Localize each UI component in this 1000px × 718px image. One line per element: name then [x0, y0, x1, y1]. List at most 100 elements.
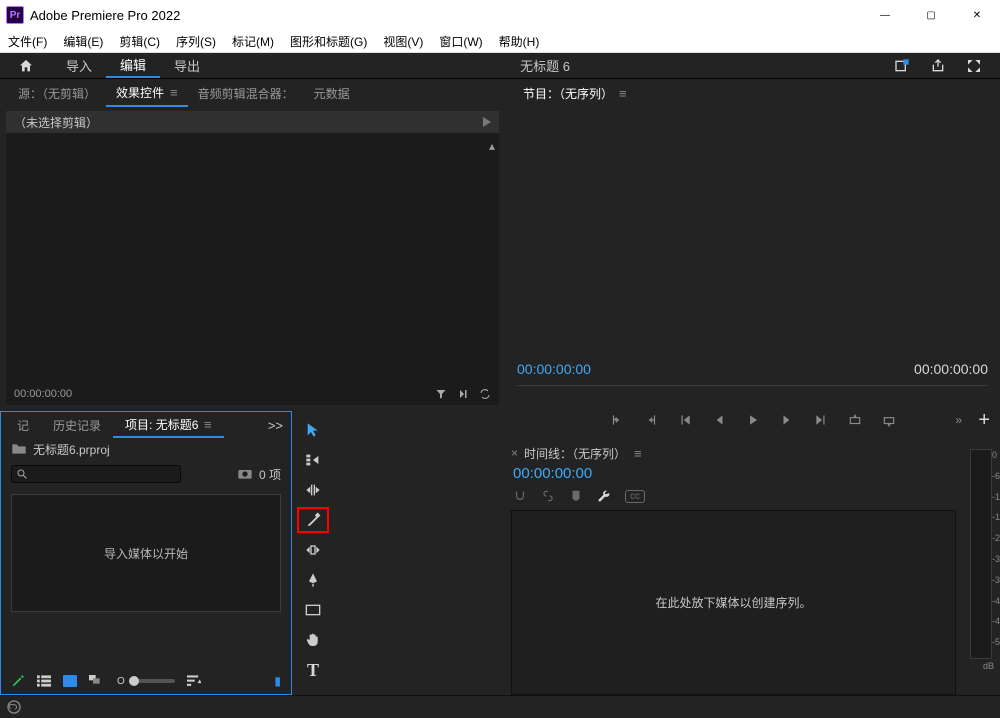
selection-tool[interactable]: [299, 419, 327, 441]
step-forward-icon[interactable]: [457, 388, 469, 400]
lift-icon[interactable]: [848, 413, 862, 427]
new-item-icon[interactable]: [11, 674, 25, 688]
project-tab-project[interactable]: 项目: 无标题6 ≡: [113, 412, 224, 438]
fx-scroll-up[interactable]: ▴: [485, 139, 499, 151]
home-button[interactable]: [0, 53, 52, 78]
program-monitor: 00:00:00:00 00:00:00:00 » +: [505, 107, 1000, 433]
mark-out-icon[interactable]: [644, 413, 658, 427]
panel-menu-icon[interactable]: ≡: [198, 417, 211, 432]
effect-controls-panel: （未选择剪辑） ▴ 00:00:00:00: [6, 111, 499, 405]
button-editor-overflow[interactable]: »: [955, 413, 962, 427]
window-close-button[interactable]: ✕: [954, 0, 1000, 30]
tab-effect-controls[interactable]: 效果控件 ≡: [106, 79, 188, 107]
overflow-tabs-button[interactable]: >>: [260, 418, 291, 433]
rectangle-tool[interactable]: [299, 599, 327, 621]
close-tab-icon[interactable]: ×: [511, 446, 518, 460]
menubar: 文件(F) 编辑(E) 剪辑(C) 序列(S) 标记(M) 图形和标题(G) 视…: [0, 30, 1000, 53]
timeline-settings-icon[interactable]: [597, 489, 611, 503]
workspace-bar: 导入 编辑 导出 无标题 6: [0, 53, 1000, 79]
audio-meter-ticks: 0-6-12-18-24-30-36-42-48-54: [992, 450, 1000, 658]
add-marker-icon[interactable]: [569, 489, 583, 503]
window-minimize-button[interactable]: —: [862, 0, 908, 30]
app-body: 源：（无剪辑） 效果控件 ≡ 音频剪辑混合器： 元数据 （未选择剪辑） ▴ 00…: [0, 79, 1000, 695]
list-view-icon[interactable]: [37, 675, 51, 687]
step-forward-icon[interactable]: [780, 413, 794, 427]
project-footer: O ▮: [1, 668, 291, 694]
menu-window[interactable]: 窗口(W): [435, 33, 486, 50]
icon-view-icon[interactable]: [63, 675, 77, 687]
project-search-input[interactable]: [11, 465, 181, 483]
menu-clip[interactable]: 剪辑(C): [115, 33, 164, 50]
extract-icon[interactable]: [882, 413, 896, 427]
panel-menu-icon[interactable]: ≡: [168, 85, 178, 100]
panel-menu-icon[interactable]: ≡: [617, 86, 627, 101]
program-viewport: [511, 107, 994, 361]
share-icon[interactable]: [930, 58, 946, 74]
caption-track-icon[interactable]: cc: [625, 490, 645, 503]
workspace-tab-export[interactable]: 导出: [160, 53, 214, 78]
creative-cloud-icon[interactable]: [6, 699, 22, 715]
titlebar-title: Adobe Premiere Pro 2022: [30, 8, 180, 23]
hand-tool[interactable]: [299, 629, 327, 651]
tab-metadata[interactable]: 元数据: [304, 79, 360, 107]
camera-icon[interactable]: [237, 468, 253, 480]
fullscreen-icon[interactable]: [966, 58, 982, 74]
timeline-placeholder-label: 在此处放下媒体以创建序列。: [655, 594, 811, 611]
razor-tool[interactable]: [299, 509, 327, 531]
pen-tool[interactable]: [299, 569, 327, 591]
program-panel-tabs: 节目：（无序列） ≡: [505, 79, 1000, 107]
menu-graphics[interactable]: 图形和标题(G): [286, 33, 371, 50]
project-tab-log[interactable]: 记: [5, 412, 41, 438]
tab-audio-clip-mixer[interactable]: 音频剪辑混合器：: [188, 79, 304, 107]
premiere-app-icon: Pr: [6, 6, 24, 24]
tab-program[interactable]: 节目：（无序列） ≡: [513, 79, 637, 107]
fx-header: （未选择剪辑）: [6, 111, 499, 133]
mark-in-icon[interactable]: [610, 413, 624, 427]
slip-tool[interactable]: [299, 539, 327, 561]
project-item-count: 0 项: [259, 466, 281, 483]
search-icon: [16, 468, 28, 480]
workspace-tab-import[interactable]: 导入: [52, 53, 106, 78]
ripple-edit-tool[interactable]: [299, 479, 327, 501]
type-tool[interactable]: T: [299, 659, 327, 681]
menu-file[interactable]: 文件(F): [4, 33, 51, 50]
filter-icon[interactable]: [435, 388, 447, 400]
timeline-playhead-tc[interactable]: 00:00:00:00: [511, 463, 956, 486]
play-triangle-icon[interactable]: [483, 117, 491, 127]
project-tab-history[interactable]: 历史记录: [41, 412, 113, 438]
program-position-tc[interactable]: 00:00:00:00: [517, 361, 591, 377]
project-file-row: 无标题6.prproj: [1, 438, 291, 460]
menu-view[interactable]: 视图(V): [379, 33, 427, 50]
menu-markers[interactable]: 标记(M): [228, 33, 278, 50]
folder-icon: [11, 443, 27, 455]
track-select-tool[interactable]: [299, 449, 327, 471]
sort-icon[interactable]: [187, 675, 201, 687]
tool-palette: T: [292, 411, 334, 695]
go-to-in-icon[interactable]: [678, 413, 692, 427]
timeline-panel: × 时间线：（无序列） ≡ 00:00:00:00 cc 在此处放下媒体以创建序…: [505, 439, 962, 695]
home-icon: [18, 58, 34, 74]
project-tabs: 记 历史记录 项目: 无标题6 ≡ >>: [1, 412, 291, 438]
thumbnail-size-slider[interactable]: O: [117, 676, 175, 687]
cycle-icon[interactable]: [479, 388, 491, 400]
step-back-icon[interactable]: [712, 413, 726, 427]
program-scrub-bar[interactable]: [517, 385, 988, 403]
menu-edit[interactable]: 编辑(E): [59, 33, 107, 50]
menu-help[interactable]: 帮助(H): [495, 33, 544, 50]
go-to-out-icon[interactable]: [814, 413, 828, 427]
snap-icon[interactable]: [513, 489, 527, 503]
button-editor-add[interactable]: +: [978, 409, 990, 432]
timeline-dropzone[interactable]: 在此处放下媒体以创建序列。: [511, 510, 956, 695]
workspace-tab-edit[interactable]: 编辑: [106, 53, 160, 78]
play-icon[interactable]: [746, 413, 760, 427]
panel-menu-icon[interactable]: ≡: [632, 446, 642, 461]
freeform-view-icon[interactable]: [89, 675, 105, 687]
linked-selection-icon[interactable]: [541, 489, 555, 503]
tab-source[interactable]: 源：（无剪辑）: [8, 79, 106, 107]
quick-export-icon[interactable]: [894, 58, 910, 74]
timeline-tab-label[interactable]: 时间线：（无序列）: [524, 445, 626, 462]
project-bin-dropzone[interactable]: 导入媒体以开始: [11, 494, 281, 612]
menu-sequence[interactable]: 序列(S): [172, 33, 220, 50]
color-label-icon[interactable]: ▮: [274, 674, 281, 688]
window-maximize-button[interactable]: ▢: [908, 0, 954, 30]
